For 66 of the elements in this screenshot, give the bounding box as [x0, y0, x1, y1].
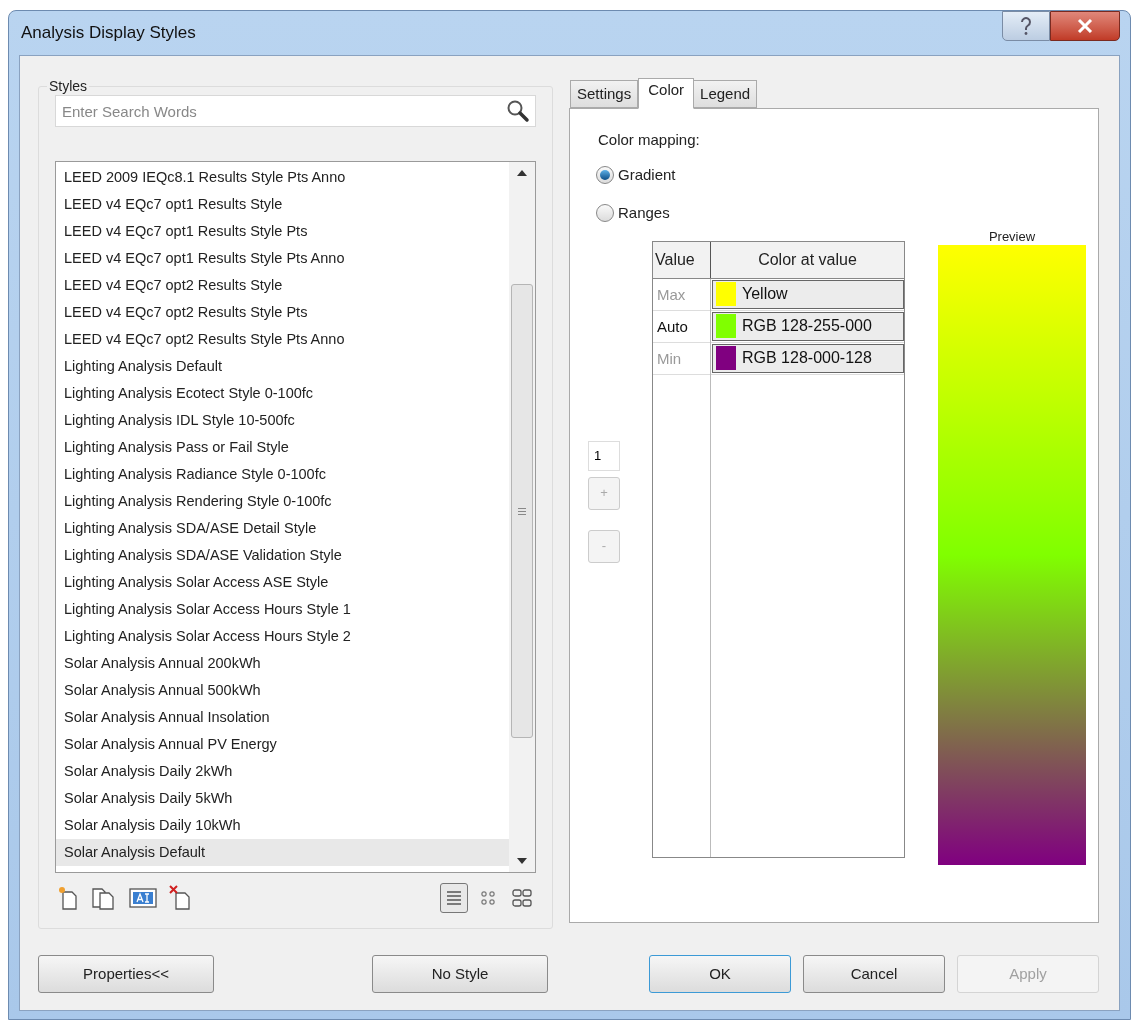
help-icon	[1019, 16, 1033, 36]
grip-icon	[518, 507, 526, 515]
style-list-item[interactable]: Solar Analysis Annual 200kWh	[56, 650, 509, 677]
style-list-item[interactable]: LEED v4 EQc7 opt2 Results Style Pts	[56, 299, 509, 326]
style-list-item[interactable]: Lighting Analysis Pass or Fail Style	[56, 434, 509, 461]
close-button[interactable]	[1050, 11, 1120, 41]
rename-icon[interactable]	[129, 886, 157, 910]
radio-option[interactable]: Gradient	[596, 163, 676, 186]
delete-icon[interactable]	[169, 885, 193, 911]
search-field[interactable]: Enter Search Words	[55, 95, 536, 127]
dialog-button[interactable]: Cancel	[803, 955, 945, 993]
scroll-down-icon	[517, 858, 527, 864]
style-list-item[interactable]: Lighting Analysis Ecotect Style 0-100fc	[56, 380, 509, 407]
color-cell[interactable]: RGB 128-255-000	[712, 311, 904, 341]
value-cell-text: Auto	[656, 316, 689, 337]
preview-label: Preview	[988, 228, 1036, 245]
style-list-item[interactable]: Lighting Analysis SDA/ASE Detail Style	[56, 515, 509, 542]
style-list-item[interactable]: Solar Analysis Annual Insolation	[56, 704, 509, 731]
style-list-item[interactable]: LEED v4 EQc7 opt1 Results Style Pts	[56, 218, 509, 245]
style-list-item[interactable]: Lighting Analysis Default	[56, 353, 509, 380]
color-name: RGB 128-000-128	[742, 348, 872, 368]
style-list-item[interactable]: Solar Analysis Annual PV Energy	[56, 731, 509, 758]
dialog-button[interactable]: OK	[649, 955, 791, 993]
style-list-item[interactable]: LEED 2009 IEQc8.1 Results Style Pts Anno	[56, 164, 509, 191]
style-list-item[interactable]: Lighting Analysis Solar Access Hours Style 2	[56, 623, 509, 650]
color-name: Yellow	[742, 284, 788, 304]
style-list-item[interactable]: Solar Analysis Default	[56, 839, 509, 866]
style-list-item[interactable]: Lighting Analysis Solar Access ASE Style	[56, 569, 509, 596]
style-list-item[interactable]: Lighting Analysis SDA/ASE Validation Style	[56, 542, 509, 569]
color-name: RGB 128-255-000	[742, 316, 872, 336]
scroll-up-icon	[517, 170, 527, 176]
list-view-icon[interactable]	[440, 883, 468, 913]
style-list-item[interactable]: LEED v4 EQc7 opt1 Results Style Pts Anno	[56, 245, 509, 272]
tab[interactable]: Color	[638, 78, 695, 109]
style-list-item[interactable]: LEED v4 EQc7 opt2 Results Style	[56, 272, 509, 299]
value-cell-text: Max	[656, 284, 687, 305]
scrollbar[interactable]	[509, 162, 535, 872]
help-button[interactable]	[1002, 11, 1050, 41]
window-title: Analysis Display Styles	[20, 22, 196, 45]
style-list-item[interactable]: Solar Analysis Daily 10kWh	[56, 812, 509, 839]
properties-button[interactable]: Properties<<	[38, 955, 214, 993]
style-list-item[interactable]: Lighting Analysis Solar Access Hours Style 1	[56, 596, 509, 623]
style-list-item[interactable]: LEED v4 EQc7 opt2 Results Style Pts Anno	[56, 326, 509, 353]
column-header: Color at value	[757, 249, 858, 270]
radio-button[interactable]	[596, 204, 614, 223]
tab[interactable]: Legend	[693, 80, 758, 108]
radio-button[interactable]	[596, 165, 614, 184]
new-icon[interactable]	[57, 885, 79, 911]
style-list-item[interactable]: Solar Analysis Daily 2kWh	[56, 758, 509, 785]
close-icon	[1077, 19, 1093, 33]
search-icon	[506, 99, 530, 123]
color-mapping-label: Color mapping:	[598, 130, 701, 150]
style-list-item[interactable]: Lighting Analysis Rendering Style 0-100fc	[56, 488, 509, 515]
scroll-thumb[interactable]	[511, 284, 533, 738]
count-field[interactable]: 1	[588, 440, 620, 471]
style-list-item[interactable]: Lighting Analysis Radiance Style 0-100fc	[56, 461, 509, 488]
duplicate-icon[interactable]	[91, 885, 117, 911]
style-list-item[interactable]: Lighting Analysis IDL Style 10-500fc	[56, 407, 509, 434]
style-list-item[interactable]: LEED v4 EQc7 opt1 Results Style	[56, 191, 509, 218]
style-list-item[interactable]: Solar Analysis Annual 500kWh	[56, 677, 509, 704]
column-header: Value	[653, 241, 711, 278]
tab[interactable]: Settings	[570, 80, 639, 108]
value-cell-text: Min	[656, 348, 683, 369]
radio-option[interactable]: Ranges	[596, 202, 670, 225]
style-list-item[interactable]: Solar Analysis Daily 5kWh	[56, 785, 509, 812]
dialog-button[interactable]: No Style	[372, 955, 548, 993]
